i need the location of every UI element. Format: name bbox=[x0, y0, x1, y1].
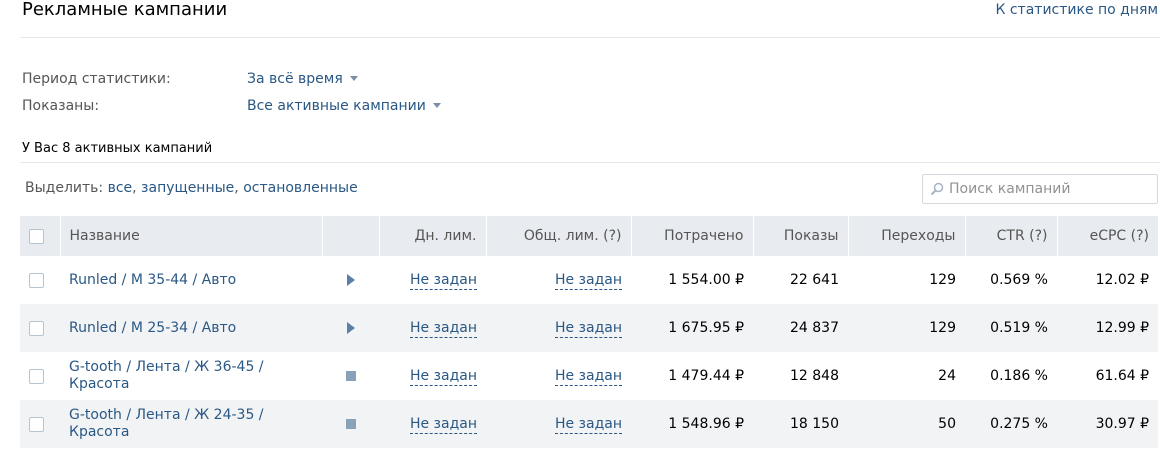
daily-stats-link[interactable]: К статистике по дням bbox=[995, 2, 1158, 18]
row-checkbox[interactable] bbox=[29, 272, 44, 288]
campaign-name-cont: Красота bbox=[69, 376, 130, 392]
ecpc-value: 12.99 ₽ bbox=[1057, 304, 1158, 352]
select-all-checkbox[interactable] bbox=[29, 228, 44, 244]
day-limit-link[interactable]: Не задан bbox=[409, 368, 477, 386]
stop-icon[interactable] bbox=[345, 419, 356, 429]
total-limit-link[interactable]: Не задан bbox=[554, 416, 622, 434]
ecpc-value: 12.02 ₽ bbox=[1095, 272, 1149, 288]
campaign-name: Runled / М 25-34 / Авто bbox=[69, 319, 237, 336]
clicks-value: 129 bbox=[848, 304, 965, 352]
chevron-down-icon bbox=[349, 75, 358, 81]
shown-dropdown[interactable]: Все активные кампании bbox=[247, 98, 441, 114]
campaign-name-link[interactable]: G-tooth / Лента / Ж 24-35 /Красота bbox=[69, 407, 313, 441]
select-bar: Выделить: все, запущенные, остановленные bbox=[25, 180, 358, 196]
day-limit-link[interactable]: Не задан bbox=[409, 416, 477, 434]
row-checkbox[interactable] bbox=[29, 416, 44, 432]
campaign-name: G-tooth / Лента / Ж 24-35 / bbox=[69, 407, 264, 423]
campaign-name-link[interactable]: G-tooth / Лента / Ж 36-45 /Красота bbox=[69, 359, 313, 393]
spent-value: 1 675.95 ₽ bbox=[631, 304, 753, 352]
table-row: Runled / М 35-44 / Авто Не задан Не зада… bbox=[20, 256, 1158, 304]
campaigns-table: Название Дн. лим. Общ. лим. (?) Потрачен… bbox=[20, 216, 1158, 448]
campaign-name: G-tooth / Лента / Ж 36-45 / bbox=[69, 359, 264, 375]
spent-value: 1 554.00 ₽ bbox=[668, 272, 744, 288]
campaign-name-cont: Красота bbox=[69, 424, 130, 440]
period-dropdown[interactable]: За всё время bbox=[247, 71, 358, 87]
col-ctr[interactable]: CTR (?) bbox=[964, 216, 1057, 256]
impressions-value: 24 837 bbox=[753, 304, 848, 352]
search-box[interactable] bbox=[922, 174, 1158, 204]
table-row: Runled / М 25-34 / Авто Не задан Не зада… bbox=[20, 304, 1158, 352]
select-all-link[interactable]: все bbox=[108, 180, 133, 196]
select-stopped-link[interactable]: остановленные bbox=[243, 180, 358, 196]
ctr-value: 0.569 % bbox=[990, 272, 1048, 288]
divider bbox=[20, 37, 1160, 38]
table-header: Название Дн. лим. Общ. лим. (?) Потрачен… bbox=[20, 216, 1158, 256]
play-icon[interactable] bbox=[346, 322, 355, 334]
search-icon bbox=[930, 182, 944, 196]
col-status bbox=[321, 216, 379, 256]
impressions-value: 12 848 bbox=[790, 368, 839, 384]
period-value: За всё время bbox=[247, 71, 343, 87]
select-label: Выделить: bbox=[25, 180, 104, 196]
clicks-value: 50 bbox=[848, 400, 965, 448]
col-spent[interactable]: Потрачено bbox=[630, 216, 753, 256]
impressions-value: 22 641 bbox=[790, 272, 839, 288]
col-clicks[interactable]: Переходы bbox=[847, 216, 965, 256]
ecpc-value: 61.64 ₽ bbox=[1095, 368, 1149, 384]
play-icon[interactable] bbox=[346, 274, 355, 286]
impressions-value: 18 150 bbox=[753, 400, 848, 448]
table-row: G-tooth / Лента / Ж 24-35 /Красота Не за… bbox=[20, 400, 1158, 448]
select-running-link[interactable]: запущенные bbox=[141, 180, 234, 196]
total-limit-link[interactable]: Не задан bbox=[554, 320, 622, 338]
campaign-name-link[interactable]: Runled / М 35-44 / Авто bbox=[69, 272, 313, 289]
col-name[interactable]: Название bbox=[59, 216, 322, 256]
total-limit-link[interactable]: Не задан bbox=[554, 272, 622, 290]
col-ecpc[interactable]: eCPC (?) bbox=[1056, 216, 1158, 256]
row-checkbox[interactable] bbox=[29, 320, 44, 336]
day-limit-link[interactable]: Не задан bbox=[409, 272, 477, 290]
total-limit-link[interactable]: Не задан bbox=[554, 368, 622, 386]
select-all-cell bbox=[20, 216, 60, 256]
chevron-down-icon bbox=[432, 102, 441, 108]
campaign-name: Runled / М 35-44 / Авто bbox=[69, 271, 237, 288]
campaign-name-link[interactable]: Runled / М 25-34 / Авто bbox=[69, 320, 313, 337]
campaign-count: У Вас 8 активных кампаний bbox=[22, 141, 213, 156]
col-total-limit[interactable]: Общ. лим. (?) bbox=[485, 216, 631, 256]
ctr-value: 0.186 % bbox=[990, 368, 1048, 384]
page-title: Рекламные кампании bbox=[22, 0, 228, 20]
search-input[interactable] bbox=[949, 179, 1149, 199]
ctr-value: 0.519 % bbox=[965, 304, 1057, 352]
col-day-limit[interactable]: Дн. лим. bbox=[378, 216, 486, 256]
shown-value: Все активные кампании bbox=[247, 98, 426, 114]
spent-value: 1 479.44 ₽ bbox=[668, 368, 744, 384]
clicks-value: 129 bbox=[929, 272, 956, 288]
divider bbox=[20, 162, 1160, 163]
day-limit-link[interactable]: Не задан bbox=[409, 320, 477, 338]
table-row: G-tooth / Лента / Ж 36-45 /Красота Не за… bbox=[20, 352, 1158, 400]
row-checkbox[interactable] bbox=[29, 368, 44, 384]
clicks-value: 24 bbox=[938, 368, 956, 384]
spent-value: 1 548.96 ₽ bbox=[631, 400, 753, 448]
ecpc-value: 30.97 ₽ bbox=[1057, 400, 1158, 448]
ctr-value: 0.275 % bbox=[965, 400, 1057, 448]
period-label: Период статистики: bbox=[22, 71, 171, 87]
col-impressions[interactable]: Показы bbox=[752, 216, 848, 256]
shown-label: Показаны: bbox=[22, 98, 100, 114]
stop-icon[interactable] bbox=[345, 371, 356, 381]
